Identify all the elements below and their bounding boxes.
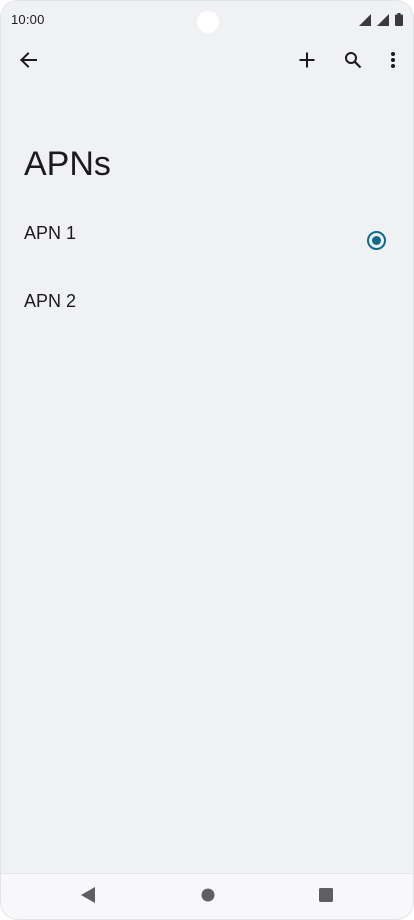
arrow-back-icon <box>19 51 37 74</box>
search-button[interactable] <box>333 39 373 85</box>
nav-recents-icon <box>319 887 333 907</box>
apn-radio-selected[interactable] <box>367 231 386 250</box>
navigation-bar <box>1 873 413 919</box>
nav-home-button[interactable] <box>185 874 231 919</box>
signal-icon <box>377 13 389 26</box>
status-time: 10:00 <box>11 12 45 27</box>
camera-cutout <box>197 11 219 33</box>
nav-recents-button[interactable] <box>303 874 349 919</box>
signal-icon <box>359 13 371 26</box>
status-icons <box>359 13 403 26</box>
add-icon <box>298 51 316 74</box>
back-button[interactable] <box>8 39 48 85</box>
apn-label: APN 2 <box>24 291 77 311</box>
nav-back-button[interactable] <box>65 874 111 919</box>
apn-label: APN 1 <box>24 223 77 243</box>
nav-home-icon <box>201 888 215 907</box>
nav-back-icon <box>81 886 95 908</box>
page-title: APNs <box>24 145 111 183</box>
apn-list-item[interactable]: APN 1 <box>1 205 413 273</box>
battery-icon <box>395 13 403 26</box>
search-icon <box>344 51 362 74</box>
more-options-button[interactable] <box>373 39 413 85</box>
apn-list-item[interactable]: APN 2 <box>1 273 413 341</box>
add-apn-button[interactable] <box>287 39 327 85</box>
radio-checked-indicator <box>372 236 381 245</box>
apn-list: APN 1 APN 2 <box>1 205 413 341</box>
status-bar: 10:00 <box>1 1 413 39</box>
more-vert-icon <box>390 51 396 74</box>
phone-screen: 10:00 APNs APN 1 APN 2 <box>0 0 414 920</box>
app-bar <box>1 39 413 85</box>
